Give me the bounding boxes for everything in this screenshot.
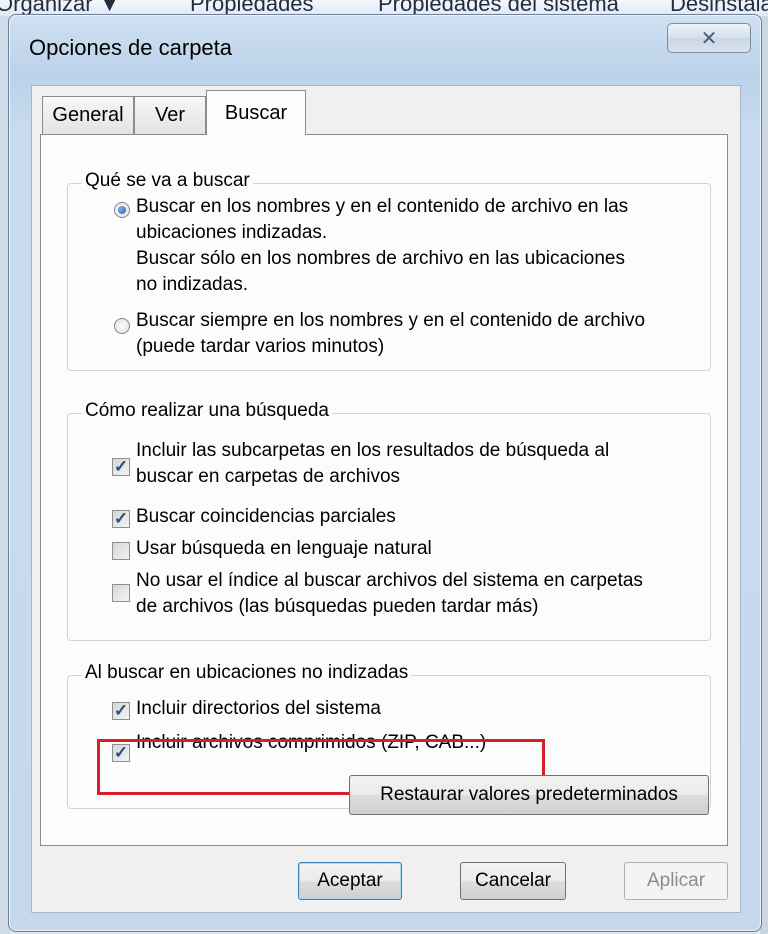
group-what-to-search: Qué se va a buscar Buscar en los nombres…	[67, 170, 711, 371]
folder-options-dialog: Opciones de carpeta ✕ General Ver Buscar…	[8, 14, 762, 932]
restore-defaults-button[interactable]: Restaurar valores predeterminados	[349, 775, 709, 815]
tab-buscar-label: Buscar	[224, 101, 288, 124]
cancel-button[interactable]: Cancelar	[460, 862, 566, 900]
option-line: No usar el índice al buscar archivos del…	[136, 570, 643, 591]
checkbox-no-index-label[interactable]: No usar el índice al buscar archivos del…	[136, 568, 643, 620]
checkbox-partial-matches[interactable]: ✓	[112, 510, 130, 528]
checkbox-no-index[interactable]	[112, 584, 130, 602]
radio-search-indexed[interactable]	[114, 202, 130, 218]
tab-ver-label: Ver	[154, 104, 186, 126]
tab-buscar[interactable]: Buscar	[206, 90, 306, 135]
dialog-client-area: General Ver Buscar Qué se va a buscar Bu…	[31, 85, 741, 913]
option-line: Buscar en los nombres y en el contenido …	[136, 196, 629, 217]
option-line: Buscar sólo en los nombres de archivo en…	[136, 248, 625, 269]
option-line: Buscar siempre en los nombres y en el co…	[136, 310, 646, 331]
group-how-to-search: Cómo realizar una búsqueda ✓ Incluir las…	[67, 400, 711, 641]
option-line: buscar en carpetas de archivos	[136, 466, 401, 487]
close-button[interactable]: ✕	[667, 23, 751, 53]
checkmark-icon: ✓	[113, 509, 129, 528]
checkmark-icon: ✓	[113, 701, 129, 720]
group-how-legend: Cómo realizar una búsqueda	[82, 400, 332, 422]
radio-search-indexed-label[interactable]: Buscar en los nombres y en el contenido …	[136, 194, 628, 298]
checkbox-include-subfolders-label[interactable]: Incluir las subcarpetas en los resultado…	[136, 438, 609, 490]
group-what-legend: Qué se va a buscar	[82, 170, 253, 192]
checkbox-partial-matches-label[interactable]: Buscar coincidencias parciales	[136, 504, 396, 530]
dialog-title: Opciones de carpeta	[29, 35, 233, 60]
apply-label: Aplicar	[646, 870, 706, 891]
ok-button[interactable]: Aceptar	[298, 862, 402, 900]
group-nonindexed-legend: Al buscar en ubicaciones no indizadas	[82, 662, 412, 684]
tab-panel-buscar: Qué se va a buscar Buscar en los nombres…	[40, 134, 728, 846]
tab-general-label: General	[52, 104, 124, 126]
option-line: de archivos (las búsquedas pueden tardar…	[136, 596, 539, 617]
checkbox-include-subfolders[interactable]: ✓	[112, 458, 130, 476]
option-line: Incluir las subcarpetas en los resultado…	[136, 440, 610, 461]
option-line: ubicaciones indizadas.	[136, 222, 328, 243]
option-line: Incluir directorios del sistema	[136, 698, 381, 719]
restore-defaults-label: Restaurar valores predeterminados	[380, 784, 678, 805]
checkbox-natural-language-label[interactable]: Usar búsqueda en lenguaje natural	[136, 536, 432, 562]
tab-ver[interactable]: Ver	[134, 96, 206, 134]
checkbox-include-system-dirs[interactable]: ✓	[112, 702, 130, 720]
radio-search-always-label[interactable]: Buscar siempre en los nombres y en el co…	[136, 308, 645, 360]
option-line: Usar búsqueda en lenguaje natural	[136, 538, 432, 559]
checkmark-icon: ✓	[113, 457, 129, 476]
option-line: (puede tardar varios minutos)	[136, 336, 385, 357]
radio-search-always[interactable]	[114, 318, 130, 334]
close-icon: ✕	[700, 27, 718, 50]
option-line: Buscar coincidencias parciales	[136, 506, 396, 527]
option-line: no indizadas.	[136, 274, 248, 295]
cancel-label: Cancelar	[474, 870, 552, 891]
tab-general[interactable]: General	[42, 96, 134, 134]
checkbox-natural-language[interactable]	[112, 542, 130, 560]
apply-button[interactable]: Aplicar	[624, 862, 728, 900]
checkbox-include-system-dirs-label[interactable]: Incluir directorios del sistema	[136, 696, 381, 722]
ok-label: Aceptar	[317, 870, 383, 891]
